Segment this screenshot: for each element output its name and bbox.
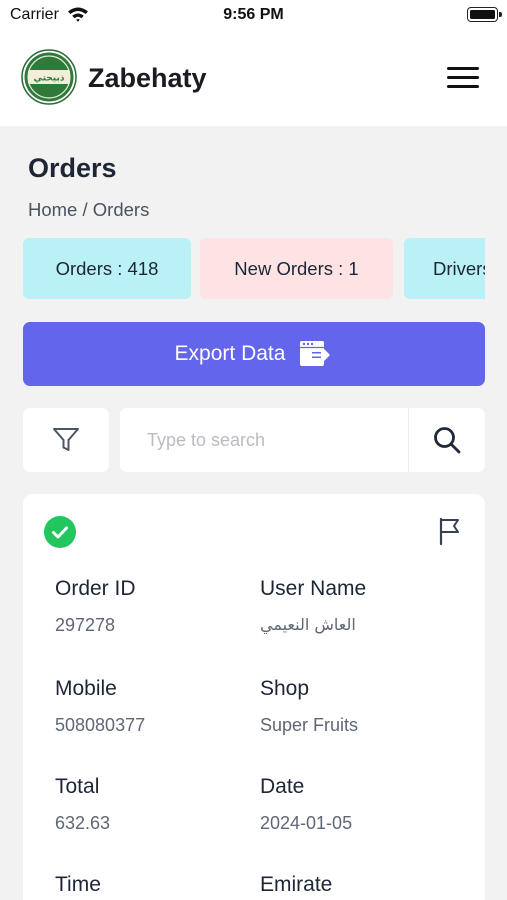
menu-bar (447, 67, 479, 70)
stats-strip[interactable]: Orders : 418 New Orders : 1 Drivers (23, 238, 485, 299)
app-logo: ذبيحتي (21, 49, 77, 105)
order-id-value: 297278 (55, 615, 116, 635)
stat-new-orders-count[interactable]: New Orders : 1 (200, 238, 393, 299)
status-bar: Carrier 9:56 PM (0, 0, 507, 34)
shop-value: Super Fruits (260, 715, 359, 735)
mobile-label: Mobile (55, 677, 117, 700)
order-id-label: Order ID (55, 577, 136, 600)
check-circle-icon (44, 516, 76, 548)
stat-orders-count[interactable]: Orders : 418 (23, 238, 191, 299)
page-title: Orders (28, 153, 117, 183)
total-value: 632.63 (55, 813, 111, 833)
user-name-label: User Name (260, 577, 367, 600)
hamburger-menu-button[interactable] (444, 63, 484, 93)
menu-bar (447, 85, 479, 88)
total-label: Total (55, 775, 100, 798)
stat-drivers[interactable]: Drivers (404, 238, 485, 299)
search-input[interactable] (120, 408, 408, 472)
flag-icon[interactable] (437, 516, 463, 546)
time-label: Time (55, 873, 101, 896)
breadcrumb-separator: / (77, 199, 93, 220)
export-file-icon (300, 341, 330, 366)
clock: 9:56 PM (223, 6, 284, 23)
search-button[interactable] (408, 408, 485, 472)
menu-bar (447, 76, 479, 79)
export-data-button[interactable]: Export Data (23, 322, 485, 386)
search-icon (434, 427, 461, 454)
filter-icon (53, 428, 79, 451)
emirate-label: Emirate (260, 873, 333, 896)
filter-button[interactable] (23, 408, 109, 472)
mobile-value: 508080377 (55, 715, 146, 735)
date-value: 2024-01-05 (260, 813, 353, 833)
app-name: Zabehaty (88, 63, 207, 93)
date-label: Date (260, 775, 305, 798)
breadcrumb-home-link[interactable]: Home (28, 199, 77, 220)
breadcrumb: Home / Orders (28, 199, 149, 221)
battery-icon (467, 7, 502, 22)
app-header: ذبيحتي Zabehaty (0, 34, 507, 126)
breadcrumb-current: Orders (92, 199, 150, 220)
shop-label: Shop (260, 677, 310, 700)
order-card[interactable]: Order ID 297278 User Name العاش النعيمي … (23, 494, 485, 900)
search-box (120, 408, 408, 472)
export-data-label: Export Data (174, 342, 286, 365)
user-name-value: العاش النعيمي (260, 615, 356, 634)
svg-text:ذبيحتي: ذبيحتي (34, 74, 65, 84)
